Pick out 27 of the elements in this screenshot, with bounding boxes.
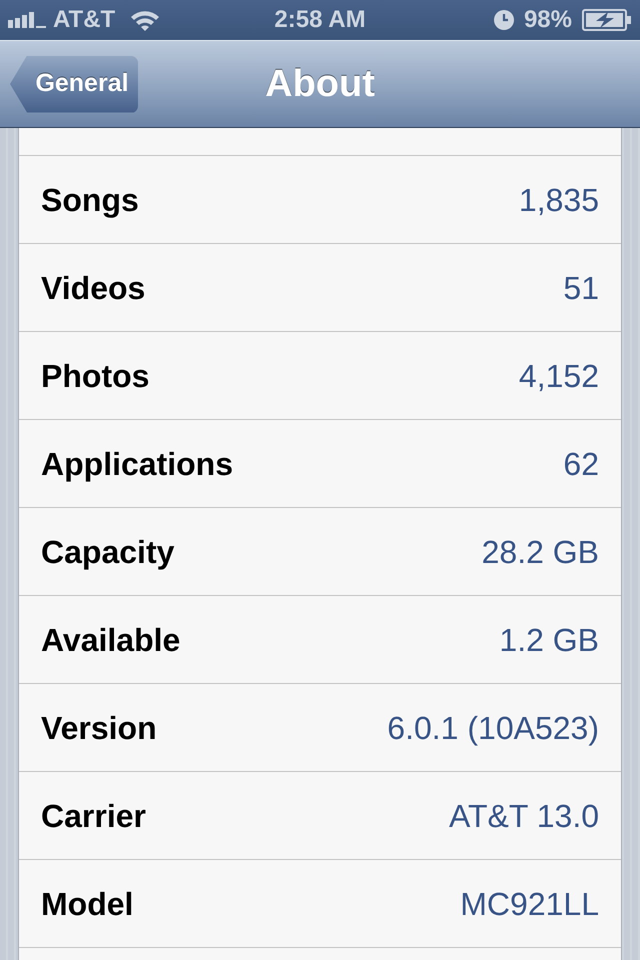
status-time: 2:58 AM bbox=[274, 8, 366, 32]
page-title: About bbox=[265, 62, 375, 106]
row-value: 4,152 bbox=[518, 356, 599, 396]
clock-icon bbox=[494, 10, 514, 30]
row-value: 6.0.1 (10A523) bbox=[387, 708, 599, 748]
row-label: Applications bbox=[41, 444, 234, 484]
row-label: Carrier bbox=[41, 796, 146, 836]
wifi-icon bbox=[130, 9, 160, 31]
row-value: 51 bbox=[563, 268, 599, 308]
battery-percentage: 98% bbox=[524, 8, 572, 32]
carrier-name: AT&T bbox=[53, 8, 116, 32]
row-value: 28.2 GB bbox=[482, 532, 599, 572]
row-label: Photos bbox=[41, 356, 150, 396]
row-label: Version bbox=[41, 708, 157, 748]
row-value: 62 bbox=[563, 444, 599, 484]
row-label: Videos bbox=[41, 268, 146, 308]
battery-charging-icon bbox=[582, 9, 632, 31]
row-value: 1,835 bbox=[518, 180, 599, 220]
row-label: Capacity bbox=[41, 532, 174, 572]
row-label: Model bbox=[41, 884, 134, 924]
row-label: Available bbox=[41, 620, 180, 660]
row-value: MC921LL bbox=[460, 884, 599, 924]
back-button[interactable]: General bbox=[10, 56, 138, 112]
row-value: 1.2 GB bbox=[499, 620, 599, 660]
row-value: AT&T 13.0 bbox=[449, 796, 599, 836]
row-label: Songs bbox=[41, 180, 139, 220]
signal-bars-icon bbox=[8, 12, 46, 28]
